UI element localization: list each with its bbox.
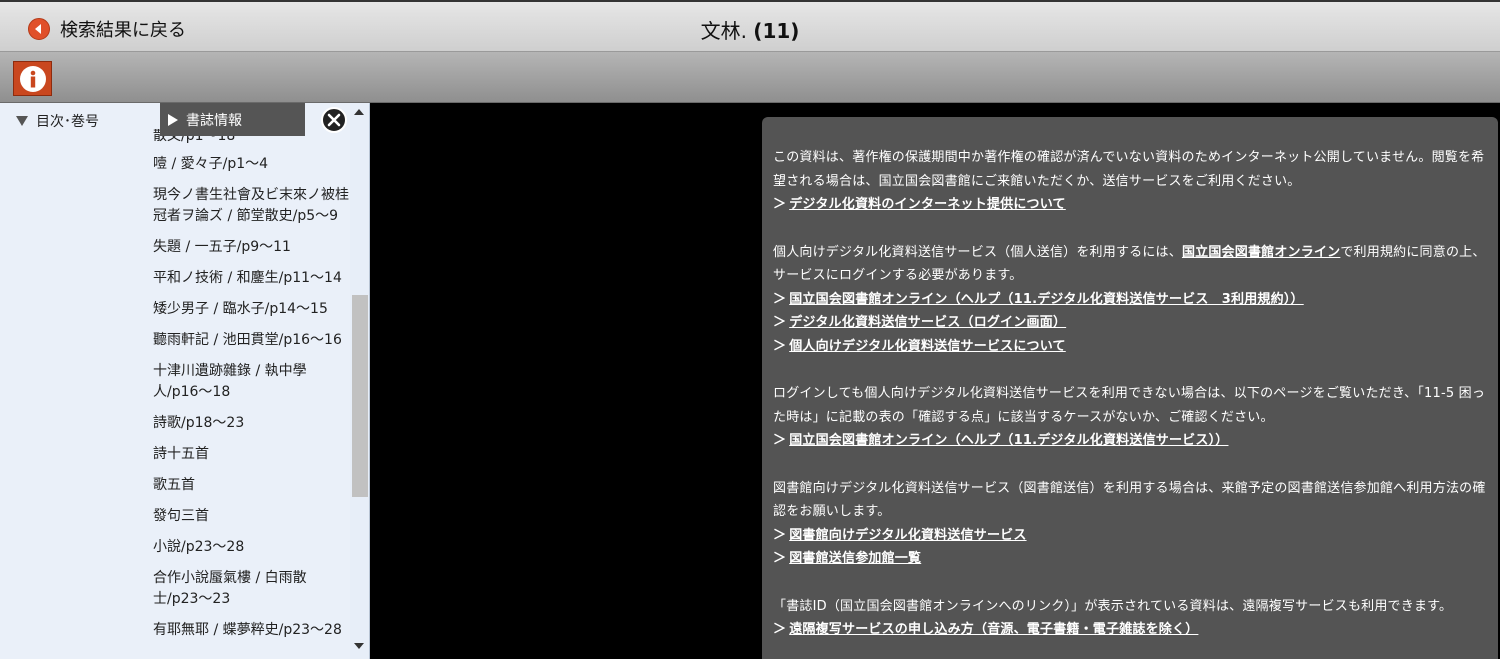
notice-paragraph: 「書誌ID（国立国会図書館オンラインへのリンク）」が表示されている資料は、遠隔複…	[773, 595, 1488, 642]
toc-item[interactable]: 發句三首	[153, 506, 349, 527]
back-label: 検索結果に戻る	[60, 20, 186, 41]
notice-text: ログインしても個人向けデジタル化資料送信サービスを利用できない場合は、以下のペー…	[773, 386, 1486, 425]
toc-item[interactable]: 詩歌/p18〜23	[153, 413, 349, 434]
toc-item[interactable]: 現今ノ書生社會及ビ末來ノ被桂冠者ヲ論ズ / 節堂散史/p5〜9	[153, 185, 349, 227]
close-icon	[327, 113, 341, 127]
notice-link[interactable]: ＞遠隔複写サービスの申し込み方（音源、電子書籍・電子雑誌を除く）	[773, 618, 1488, 642]
title-volume: (11)	[753, 19, 800, 43]
toc-item[interactable]: 合作小說蜃氣樓 / 白雨散士/p23〜23	[153, 568, 349, 610]
access-notice-panel: この資料は、著作権の保護期間中か著作権の確認が済んでいない資料のためインターネッ…	[762, 117, 1498, 659]
notice-link[interactable]: ＞国立国会図書館オンライン（ヘルプ（11.デジタル化資料送信サービス））	[773, 429, 1488, 453]
back-arrow-icon	[28, 18, 50, 40]
back-to-results-button[interactable]: 検索結果に戻る	[28, 16, 186, 42]
toc-item[interactable]: 噎 / 愛々子/p1〜4	[153, 154, 349, 175]
notice-link[interactable]: ＞図書館向けデジタル化資料送信サービス	[773, 524, 1488, 548]
scroll-down-arrow-icon[interactable]	[354, 643, 364, 649]
notice-link[interactable]: ＞図書館送信参加館一覧	[773, 547, 1488, 571]
toc-item[interactable]: 矮少男子 / 臨水子/p14〜15	[153, 299, 349, 320]
page-title: 文林. (11)	[0, 15, 1500, 44]
notice-text: 図書館向けデジタル化資料送信サービス（図書館送信）を利用する場合は、来館予定の図…	[773, 480, 1486, 520]
sidebar-divider	[369, 103, 370, 659]
scroll-up-arrow-icon[interactable]	[354, 109, 364, 115]
title-name: 文林.	[700, 19, 747, 43]
expand-triangle-icon	[16, 116, 28, 126]
notice-paragraph: ログインしても個人向けデジタル化資料送信サービスを利用できない場合は、以下のペー…	[773, 382, 1488, 453]
sidebar-scrollbar[interactable]	[350, 103, 369, 659]
notice-link[interactable]: ＞デジタル化資料のインターネット提供について	[773, 193, 1488, 217]
info-button[interactable]	[13, 61, 52, 96]
play-triangle-icon	[168, 113, 178, 126]
toc-toggle[interactable]: 目次･巻号	[16, 111, 99, 131]
notice-paragraph: 図書館向けデジタル化資料送信サービス（図書館送信）を利用する場合は、来館予定の図…	[773, 477, 1488, 571]
notice-link[interactable]: ＞個人向けデジタル化資料送信サービスについて	[773, 335, 1488, 359]
notice-text: この資料は、著作権の保護期間中か著作権の確認が済んでいない資料のためインターネッ…	[773, 150, 1485, 189]
notice-paragraph: この資料は、著作権の保護期間中か著作権の確認が済んでいない資料のためインターネッ…	[773, 146, 1488, 217]
notice-paragraph: 個人向けデジタル化資料送信サービス（個人送信）を利用するには、国立国会図書館オン…	[773, 241, 1488, 359]
toc-item[interactable]: 十津川遺跡雜錄 / 執中學人/p16〜18	[153, 361, 349, 403]
notice-link[interactable]: ＞デジタル化資料送信サービス（ログイン画面）	[773, 311, 1488, 335]
toc-item[interactable]: 平和ノ技術 / 和鏖生/p11〜14	[153, 268, 349, 289]
ndl-online-inline-link[interactable]: 国立国会図書館オンライン	[1182, 245, 1340, 260]
top-bar: 検索結果に戻る 文林. (11)	[0, 0, 1500, 52]
notice-text: 「書誌ID（国立国会図書館オンラインへのリンク）」が表示されている資料は、遠隔複…	[773, 598, 1453, 614]
notice-text: 個人向けデジタル化資料送信サービス（個人送信）を利用するには、	[773, 244, 1182, 260]
scroll-thumb[interactable]	[352, 295, 368, 497]
notice-link[interactable]: ＞国立国会図書館オンライン（ヘルプ（11.デジタル化資料送信サービス 3利用規約…	[773, 288, 1488, 312]
toolbar	[0, 52, 1500, 103]
toc-item[interactable]: 歌五首	[153, 475, 349, 496]
sidebar: 目次･巻号 散文/p1〜18 噎 / 愛々子/p1〜4 現今ノ書生社會及ビ末來ノ…	[0, 103, 370, 659]
tab-bibliographic-info[interactable]: 書誌情報	[160, 103, 305, 136]
tab-label: 書誌情報	[186, 112, 242, 129]
toc-item[interactable]: 小說/p23〜28	[153, 537, 349, 558]
close-sidebar-button[interactable]	[321, 107, 347, 133]
toc-item[interactable]: 聽雨軒記 / 池田貫堂/p16〜16	[153, 330, 349, 351]
toc-item[interactable]: 失題 / 一五子/p9〜11	[153, 237, 349, 258]
toc-list: 散文/p1〜18 噎 / 愛々子/p1〜4 現今ノ書生社會及ビ末來ノ被桂冠者ヲ論…	[153, 129, 349, 651]
toc-item[interactable]: 詩十五首	[153, 444, 349, 465]
info-icon	[19, 65, 46, 92]
toc-heading: 目次･巻号	[36, 114, 99, 130]
toc-item[interactable]: 有耶無耶 / 蝶夢粹史/p23〜28	[153, 620, 349, 641]
